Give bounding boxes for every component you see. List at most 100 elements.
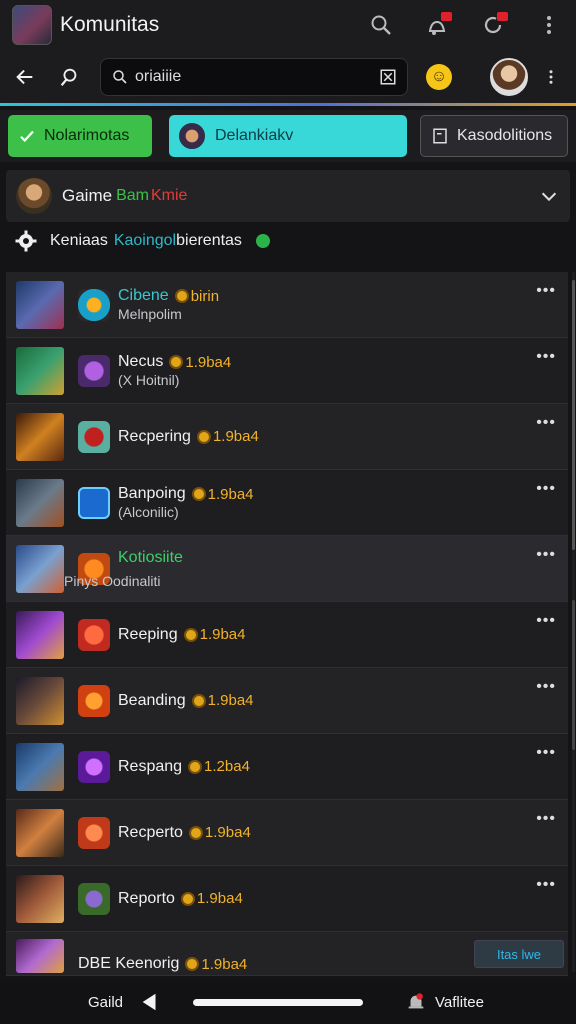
more-icon[interactable]: •••	[536, 876, 556, 894]
list-item[interactable]: Recperto 1.9ba4 •••	[6, 800, 568, 866]
more-vert-icon[interactable]	[542, 62, 560, 92]
notification-badge	[441, 12, 452, 21]
emoji-icon[interactable]: ☺	[426, 63, 452, 90]
settings-link[interactable]: Kaoingol	[114, 232, 176, 250]
bell-icon[interactable]	[405, 991, 427, 1013]
list-item[interactable]: Reeping 1.9ba4 •••	[6, 602, 568, 668]
list-item[interactable]: Recpering 1.9ba4 •••	[6, 404, 568, 470]
game-title: Gaime	[62, 186, 113, 205]
community-list: Cibene birin Melnpolim ••• Necus 1.9ba4 (X…	[6, 272, 568, 976]
tab-kasodolitions[interactable]: Kasodolitions	[420, 115, 568, 157]
search-input[interactable]	[135, 67, 379, 86]
game-thumbnail	[16, 874, 64, 923]
item-value: 1.9ba4	[199, 626, 246, 643]
settings-label: Keniaas	[50, 232, 108, 249]
item-value: 1.9ba4	[185, 353, 232, 371]
item-value: 1.9ba4	[212, 428, 259, 445]
item-value: 1.9ba4	[196, 890, 243, 907]
list-item[interactable]: DBE Keenorig 1.9ba4 Itas lwe	[6, 932, 568, 976]
coin-icon	[188, 759, 203, 774]
nav-label-left[interactable]: Gaild	[88, 994, 123, 1011]
more-icon[interactable]: •••	[536, 282, 556, 300]
game-thumbnail	[16, 808, 64, 857]
more-vert-icon[interactable]	[534, 10, 564, 40]
coin-icon	[180, 891, 195, 906]
game-selector[interactable]: Gaime Bam Kmie	[6, 170, 570, 222]
app-icon	[78, 750, 110, 783]
item-name: Recpering	[118, 427, 191, 445]
item-name: Beanding	[118, 691, 186, 709]
item-name: Recperto	[118, 823, 183, 841]
item-value: birin	[190, 287, 220, 305]
app-icon	[78, 816, 110, 849]
nav-label-right[interactable]: Vaflitee	[435, 994, 484, 1011]
notification-icon[interactable]	[422, 10, 452, 40]
app-icon	[78, 288, 110, 321]
coin-icon	[169, 355, 184, 369]
item-value: 1.2ba4	[204, 758, 250, 775]
back-button[interactable]	[10, 62, 40, 92]
search-field[interactable]	[100, 57, 408, 96]
search-icon	[113, 69, 127, 84]
game-thumbnail	[16, 610, 64, 659]
item-subtitle: (X Hoitnil)	[118, 372, 180, 388]
status-badge	[255, 234, 270, 248]
item-subtitle: (Alconilic)	[118, 504, 179, 520]
item-name: Reeping	[118, 625, 178, 643]
tab-delankiakv[interactable]: Delankiakv	[169, 115, 407, 157]
list-item[interactable]: Beanding 1.9ba4 •••	[6, 668, 568, 734]
clear-icon[interactable]	[379, 68, 397, 86]
list-item[interactable]: Reporto 1.9ba4 •••	[6, 866, 568, 932]
search-icon[interactable]	[366, 10, 396, 40]
tab-label: Delankiakv	[215, 127, 294, 144]
list-item[interactable]: Necus 1.9ba4 (X Hoitnil) •••	[6, 338, 568, 404]
chevron-down-icon[interactable]	[538, 185, 560, 207]
app-bar: Komunitas	[0, 0, 576, 50]
more-icon[interactable]: •••	[536, 678, 556, 696]
more-icon[interactable]: •••	[536, 546, 556, 564]
list-item[interactable]: Banpoing 1.9ba4 (Alconilic) •••	[6, 470, 568, 536]
avatar[interactable]	[490, 57, 528, 96]
list-item[interactable]: Kotiosiite Pinys Oodinaliti •••	[6, 536, 568, 602]
game-thumbnail	[16, 742, 64, 791]
item-value: 1.9ba4	[204, 824, 251, 841]
more-icon[interactable]: •••	[536, 744, 556, 762]
more-icon[interactable]: •••	[536, 612, 556, 630]
avatar	[179, 123, 205, 149]
app-icon	[78, 354, 110, 387]
item-name: Reporto	[118, 889, 175, 907]
game-thumbnail	[16, 412, 64, 461]
item-name: Respang	[118, 757, 183, 775]
coin-icon	[191, 487, 206, 501]
refresh-icon[interactable]	[478, 10, 508, 40]
item-name: Cibene	[118, 287, 169, 304]
game-thumbnail	[16, 478, 64, 527]
coin-icon	[188, 825, 203, 840]
tab-nolarimotas[interactable]: Nolarimotas	[8, 115, 152, 157]
list-item[interactable]: Respang 1.2ba4 •••	[6, 734, 568, 800]
search-button[interactable]	[54, 62, 84, 92]
back-triangle-icon[interactable]	[139, 991, 161, 1013]
coin-icon	[191, 693, 206, 708]
list-item[interactable]: Cibene birin Melnpolim •••	[6, 272, 568, 338]
item-value: 1.9ba4	[201, 955, 248, 973]
coin-icon	[185, 957, 200, 971]
more-icon[interactable]: •••	[536, 810, 556, 828]
scrollbar-thumb[interactable]	[572, 280, 575, 550]
bottom-navigation: Gaild Vaflitee	[0, 980, 576, 1024]
more-icon[interactable]: •••	[536, 348, 556, 366]
tab-label: Nolarimotas	[44, 127, 130, 144]
item-subtitle: Melnpolim	[118, 306, 182, 322]
check-edit-icon	[20, 130, 34, 143]
more-icon[interactable]: •••	[536, 414, 556, 432]
scrollbar-thumb-secondary[interactable]	[572, 600, 575, 750]
home-indicator[interactable]	[193, 998, 364, 1006]
tag-button[interactable]: Itas lwe	[474, 940, 564, 968]
search-toolbar: ☺	[0, 50, 576, 106]
item-name: Banpoing	[118, 485, 186, 502]
gear-icon	[15, 230, 37, 252]
more-icon[interactable]: •••	[536, 480, 556, 498]
settings-row[interactable]: Keniaas Kaoingol bierentas	[14, 226, 354, 256]
item-value: 1.9ba4	[207, 692, 254, 709]
game-thumbnail	[16, 280, 64, 329]
